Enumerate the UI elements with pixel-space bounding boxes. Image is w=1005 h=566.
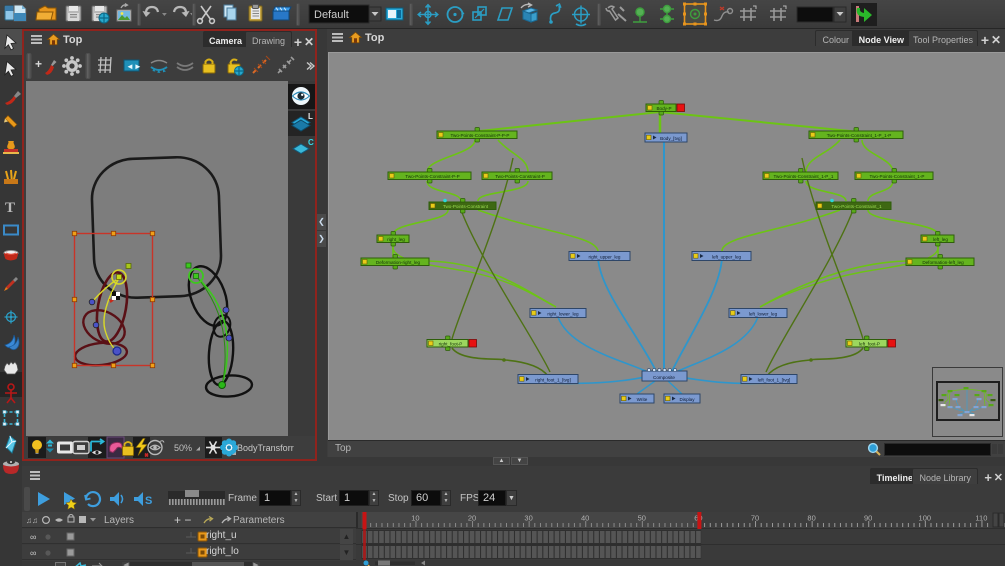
svg-text:Composite: Composite	[653, 375, 675, 380]
svg-text:♫♫: ♫♫	[26, 516, 38, 525]
svg-text:Two-Points-Constraint-P-P: Two-Points-Constraint-P-P	[405, 174, 459, 179]
svg-text:Two-Points-Constraint-P: Two-Points-Constraint-P	[495, 174, 545, 179]
svg-text:Body-P: Body-P	[656, 106, 671, 111]
svg-text:right_foot_1_[tvg]: right_foot_1_[tvg]	[535, 378, 571, 383]
svg-text:right_leg: right_leg	[387, 237, 405, 242]
svg-text:+: +	[35, 57, 42, 71]
svg-text:Deformation-left_leg: Deformation-left_leg	[922, 260, 964, 265]
svg-text:Two-Points-Constraint_1-P_1-P: Two-Points-Constraint_1-P_1-P	[827, 133, 892, 138]
svg-text:left_upper_leg: left_upper_leg	[712, 255, 742, 260]
svg-text:Body_[tvg]: Body_[tvg]	[660, 136, 682, 141]
svg-text:Two-Points-Constraint_1-P: Two-Points-Constraint_1-P	[870, 174, 925, 179]
svg-text:L: L	[308, 112, 313, 121]
svg-text:∞: ∞	[30, 532, 36, 542]
svg-text:C: C	[308, 138, 314, 147]
svg-text:10: 10	[411, 514, 419, 523]
svg-text:40: 40	[581, 514, 589, 523]
svg-text:90: 90	[864, 514, 872, 523]
svg-text:right_foot-P: right_foot-P	[439, 342, 463, 347]
svg-text:left_foot-P: left_foot-P	[859, 342, 880, 347]
svg-text:Deformation-right_leg: Deformation-right_leg	[376, 260, 421, 265]
svg-text:right_lower_leg: right_lower_leg	[547, 312, 579, 317]
svg-text:left_foot_1_[tvg]: left_foot_1_[tvg]	[758, 378, 791, 383]
svg-text:left_leg: left_leg	[933, 237, 948, 242]
svg-text:∞: ∞	[30, 548, 36, 558]
svg-text:Default: Default	[314, 9, 349, 21]
svg-text:S: S	[145, 495, 152, 507]
svg-text:Two-Points-Constraint_1-P_1: Two-Points-Constraint_1-P_1	[773, 174, 833, 179]
svg-text:◄►: ◄►	[126, 62, 142, 71]
svg-text:80: 80	[807, 514, 815, 523]
svg-text:right_upper_leg: right_upper_leg	[589, 255, 621, 260]
svg-text:Two-Points-Constraint: Two-Points-Constraint	[443, 204, 489, 209]
svg-text:110: 110	[975, 514, 987, 523]
svg-text:Display: Display	[679, 397, 695, 402]
svg-text:70: 70	[751, 514, 759, 523]
svg-text:Two-Points-Constraint_1: Two-Points-Constraint_1	[831, 204, 882, 209]
svg-text:Two-Points-Constraint-P-P-P: Two-Points-Constraint-P-P-P	[451, 133, 510, 138]
svg-text:T: T	[5, 200, 15, 216]
svg-text:left_lower_leg: left_lower_leg	[749, 312, 778, 317]
svg-text:100: 100	[919, 514, 932, 523]
svg-text:20: 20	[468, 514, 476, 523]
svg-text:Write: Write	[637, 397, 648, 402]
svg-text:50: 50	[638, 514, 646, 523]
svg-text:30: 30	[524, 514, 532, 523]
